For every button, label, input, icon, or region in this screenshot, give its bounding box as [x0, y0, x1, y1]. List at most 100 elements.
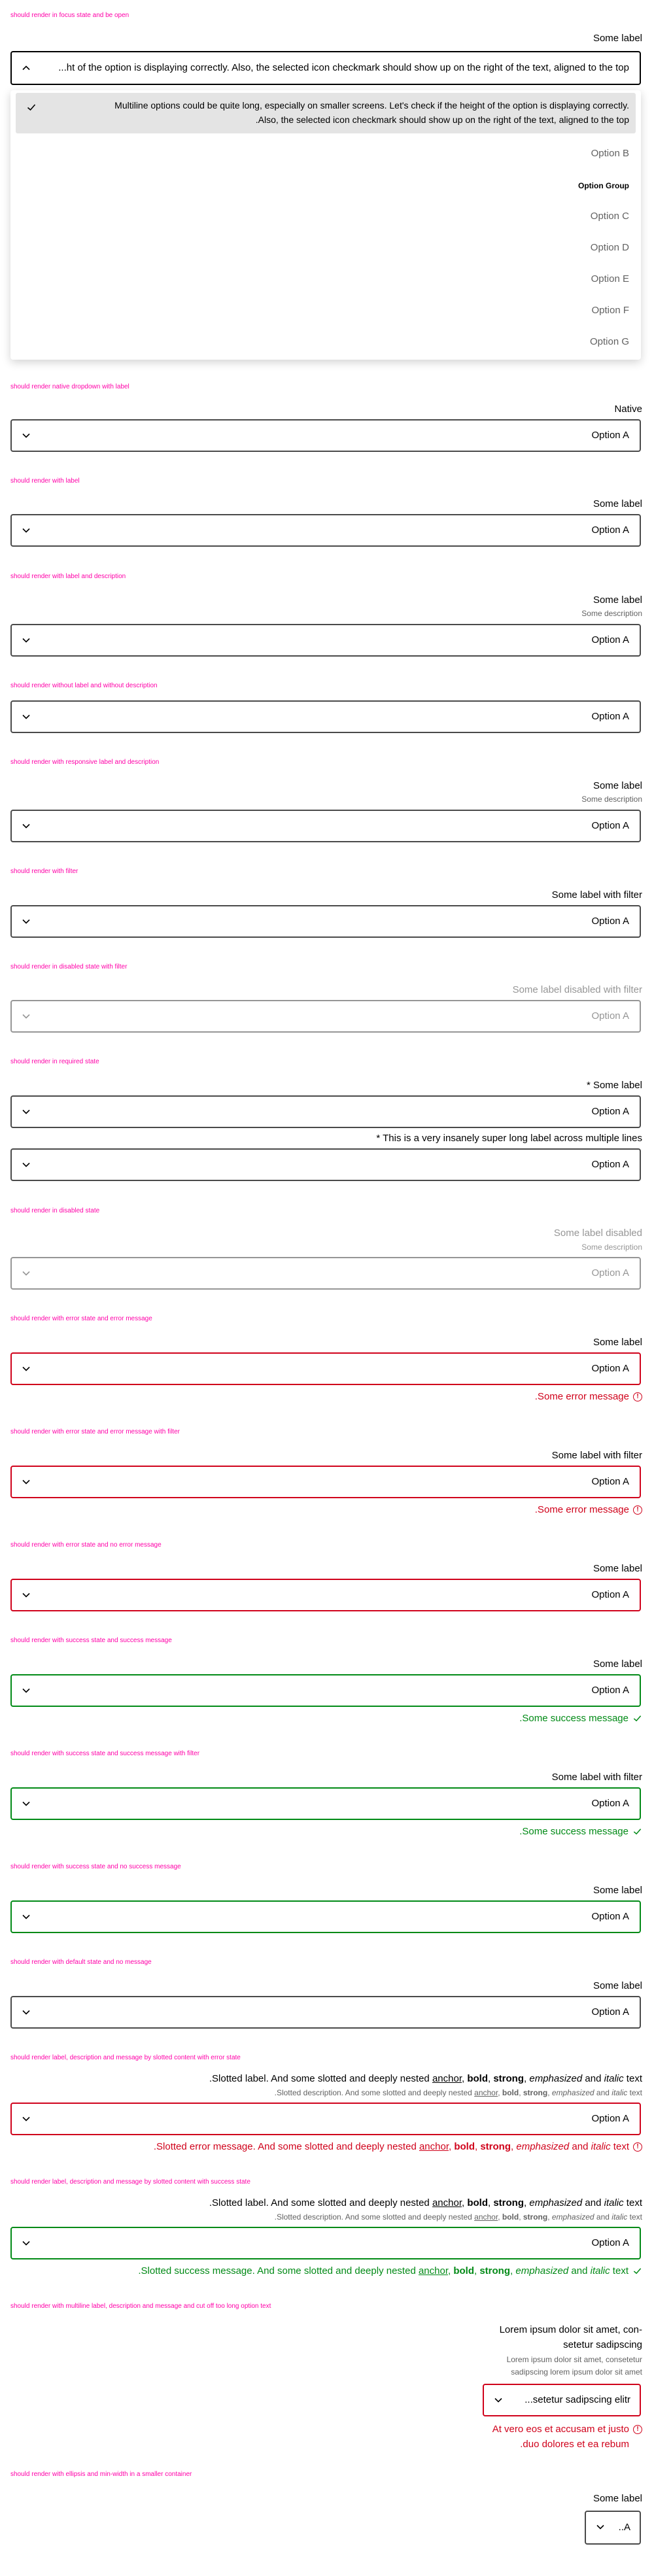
chevron-down-icon: [493, 2395, 504, 2405]
chevron-down-icon: [21, 1685, 31, 1696]
select-error-narrow[interactable]: ...setetur sadipscing elitr: [483, 2384, 641, 2416]
select-label: Some label: [593, 498, 642, 509]
exclamation-icon: !: [633, 2425, 642, 2434]
select-success[interactable]: Option A: [10, 1900, 641, 1933]
anchor-link[interactable]: anchor: [419, 2265, 448, 2276]
select-disabled: Option A: [10, 1000, 641, 1033]
select-disabled: Option A: [10, 1257, 641, 1290]
select-value: Option A: [591, 1589, 629, 1600]
caption: should render label, description and mes…: [10, 2054, 241, 2061]
select-value: Option A: [591, 524, 629, 536]
select-label: Some label: [593, 594, 642, 606]
select-value: Option A: [591, 1798, 629, 1809]
anchor-link[interactable]: anchor: [474, 2088, 498, 2097]
select-success[interactable]: Option A: [10, 2227, 641, 2259]
select-label-multiline: Lorem ipsum dolor sit amet, con-setetur …: [499, 2324, 642, 2350]
select-label: Some label: [593, 33, 642, 44]
select-description: Some description: [581, 795, 642, 804]
caption: should render with ellipsis and min-widt…: [10, 2471, 192, 2478]
select-required[interactable]: Option A: [10, 1095, 641, 1128]
success-message: .Some success message: [519, 1826, 642, 1837]
option-selected-text-2: .Also, the selected icon checkmark shoul…: [255, 114, 629, 125]
select-small[interactable]: ..A: [585, 2511, 641, 2545]
select-value: Option A: [591, 1685, 629, 1696]
select-label: Some label disabled with filter: [512, 984, 642, 995]
select-error[interactable]: Option A: [10, 2103, 641, 2135]
select-filter[interactable]: Option A: [10, 905, 641, 938]
option-f[interactable]: Option F: [591, 305, 629, 316]
select-label: Native: [614, 404, 642, 415]
success-message-text: .Some success message: [519, 1713, 628, 1724]
select-label: * Some label: [586, 1080, 642, 1091]
select-value: Option A: [591, 1267, 629, 1279]
select-focused[interactable]: ...ht of the option is displaying correc…: [10, 51, 641, 85]
chevron-down-icon: [21, 1798, 31, 1809]
caption: should render in required state: [10, 1058, 99, 1065]
select[interactable]: Option A: [10, 1996, 641, 2029]
caption: should render with multiline label, desc…: [10, 2303, 271, 2310]
select-error[interactable]: Option A: [10, 1579, 641, 1611]
select-value: Option A: [591, 1911, 629, 1922]
chevron-down-icon: [21, 1011, 31, 1022]
select-label: Some label: [593, 1885, 642, 1896]
select-success[interactable]: Option A: [10, 1674, 641, 1707]
option-c[interactable]: Option C: [591, 211, 629, 222]
select-label: Some label: [593, 1980, 642, 1991]
error-message: .Some error message!: [535, 1391, 642, 1402]
chevron-down-icon: [21, 2007, 31, 2018]
anchor-link[interactable]: anchor: [419, 2141, 449, 2152]
anchor-link[interactable]: anchor: [474, 2212, 498, 2222]
chevron-down-icon: [21, 2238, 31, 2248]
select[interactable]: Option A: [10, 810, 641, 842]
option-b[interactable]: Option B: [591, 148, 629, 159]
select-label: Some label with filter: [551, 1772, 642, 1783]
select[interactable]: Option A: [10, 514, 641, 547]
chevron-down-icon: [21, 1477, 31, 1487]
success-message-text: .Some success message: [519, 1826, 628, 1837]
select-description: Some description: [581, 1243, 642, 1252]
select-error[interactable]: Option A: [10, 1352, 641, 1385]
select-success[interactable]: Option A: [10, 1787, 641, 1820]
slotted-label: .Slotted label. And some slotted and dee…: [209, 2197, 642, 2208]
chevron-down-icon: [21, 1912, 31, 1922]
caption: should render native dropdown with label: [10, 383, 129, 390]
select-value: Option A: [591, 430, 629, 441]
select-description-multiline: Lorem ipsum dolor sit amet, consetetur sa…: [506, 2355, 642, 2377]
select-label: Some label: [593, 1337, 642, 1348]
select-label-long: * This is a very insanely super long lab…: [376, 1133, 642, 1144]
select-label: Some label with filter: [551, 889, 642, 901]
anchor-link[interactable]: anchor: [432, 2197, 462, 2208]
select-value: Option A: [591, 2237, 629, 2248]
select-value: Option A: [591, 2113, 629, 2124]
select-value: Option A: [591, 2006, 629, 2018]
caption: should render with error state and no er…: [10, 1541, 162, 1549]
select-value: Option A: [591, 1476, 629, 1487]
select-error[interactable]: Option A: [10, 1466, 641, 1498]
select[interactable]: Option A: [10, 700, 641, 733]
caption: should render in disabled state with fil…: [10, 963, 128, 970]
caption: should render with label: [10, 477, 80, 485]
slotted-label: .Slotted label. And some slotted and dee…: [209, 2073, 642, 2084]
slotted-error-message: .Slotted error message. And some slotted…: [154, 2141, 642, 2152]
chevron-down-icon: [21, 1159, 31, 1170]
dropdown-listbox: Multiline options could be quite long, e…: [10, 90, 641, 360]
select-label: Some label: [593, 1658, 642, 1670]
error-message: .Some error message!: [535, 1504, 642, 1515]
caption: should render label, description and mes…: [10, 2178, 250, 2186]
caption: should render with filter: [10, 868, 78, 875]
option-d[interactable]: Option D: [591, 242, 629, 253]
option-e[interactable]: Option E: [591, 273, 629, 284]
option-selected[interactable]: Multiline options could be quite long, e…: [16, 93, 636, 133]
native-select[interactable]: Option A: [10, 419, 641, 452]
select-value: Option A: [591, 820, 629, 831]
select-value: Option A: [591, 1363, 629, 1374]
select-value: Option A: [591, 711, 629, 722]
option-g[interactable]: Option G: [590, 336, 629, 347]
caption: should render with default state and no …: [10, 1959, 152, 1966]
chevron-down-icon: [21, 916, 31, 927]
caption: should render with responsive label and …: [10, 759, 160, 766]
anchor-link[interactable]: anchor: [432, 2073, 462, 2084]
select[interactable]: Option A: [10, 624, 641, 657]
select-required[interactable]: Option A: [10, 1148, 641, 1181]
select-label: Some label: [593, 1563, 642, 1574]
